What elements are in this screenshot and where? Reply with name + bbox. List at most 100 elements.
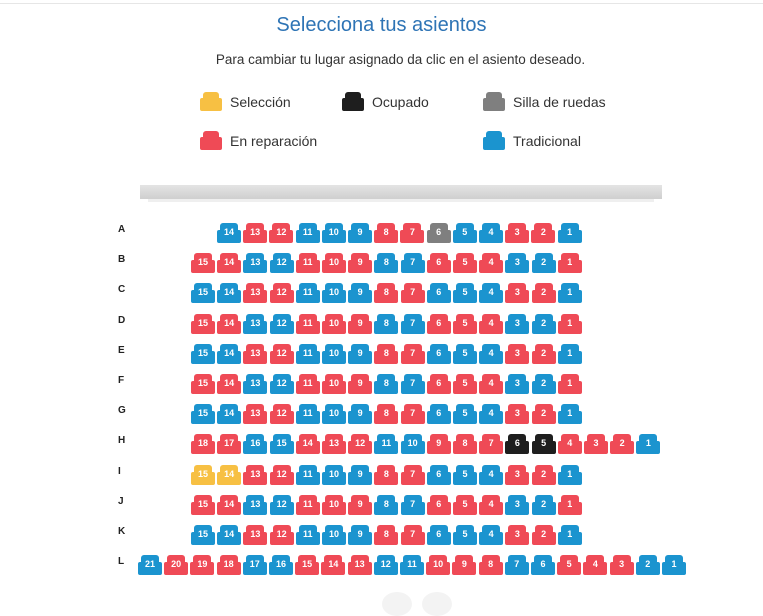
seat-E-5[interactable]: 5 <box>453 343 477 364</box>
seat-D-2[interactable]: 2 <box>531 313 556 334</box>
seat-I-14[interactable]: 14 <box>217 464 242 485</box>
seat-A-10[interactable]: 10 <box>321 223 346 243</box>
seat-L-1[interactable]: 1 <box>662 555 686 576</box>
seat-I-4[interactable]: 4 <box>479 464 504 485</box>
seat-C-15[interactable]: 15 <box>191 283 215 304</box>
seat-D-8[interactable]: 8 <box>374 313 399 334</box>
seat-K-6[interactable]: 6 <box>426 525 451 545</box>
seat-A-3: 3 <box>505 223 530 243</box>
seat-A-6[interactable]: 6 <box>426 223 451 243</box>
seat-C-9[interactable]: 9 <box>348 283 373 304</box>
seat-A-5[interactable]: 5 <box>452 223 477 243</box>
seat-number: 11 <box>302 227 313 237</box>
seat-L-2[interactable]: 2 <box>635 555 660 576</box>
seat-C-1[interactable]: 1 <box>557 283 582 304</box>
seat-B-2[interactable]: 2 <box>531 253 556 274</box>
seat-G-6[interactable]: 6 <box>426 404 451 425</box>
seat-number: 10 <box>328 227 339 237</box>
seat-F-3[interactable]: 3 <box>505 374 530 394</box>
seat-I-15[interactable]: 15 <box>191 464 215 485</box>
seat-J-13[interactable]: 13 <box>243 494 268 515</box>
seat-J-2[interactable]: 2 <box>531 494 556 515</box>
seat-B-7[interactable]: 7 <box>400 253 425 274</box>
seat-number: 4 <box>567 438 573 449</box>
seat-J-6: 6 <box>426 494 451 515</box>
seat-K-9[interactable]: 9 <box>348 525 373 545</box>
seat-G-9[interactable]: 9 <box>348 404 373 425</box>
seat-F-7[interactable]: 7 <box>400 374 425 394</box>
seat-C-6[interactable]: 6 <box>426 283 451 304</box>
seat-A-11[interactable]: 11 <box>295 223 320 243</box>
seat-A-9[interactable]: 9 <box>348 223 372 243</box>
seat-D-12[interactable]: 12 <box>269 313 294 334</box>
seat-E-14[interactable]: 14 <box>217 343 242 364</box>
seat-B-13[interactable]: 13 <box>243 253 268 274</box>
seat-E-4[interactable]: 4 <box>479 343 504 364</box>
seat-F-13[interactable]: 13 <box>243 374 268 394</box>
seat-L-17[interactable]: 17 <box>242 555 267 576</box>
seat-C-5[interactable]: 5 <box>453 283 477 304</box>
seat-number: 3 <box>514 378 520 388</box>
seat-H-11[interactable]: 11 <box>374 434 399 455</box>
seat-F-2[interactable]: 2 <box>531 374 556 394</box>
seat-L-12[interactable]: 12 <box>373 555 398 576</box>
seat-C-11[interactable]: 11 <box>295 283 320 304</box>
seat-A-14[interactable]: 14 <box>217 223 241 243</box>
seat-K-1[interactable]: 1 <box>557 525 582 545</box>
seat-I-10[interactable]: 10 <box>322 464 346 485</box>
seat-G-4[interactable]: 4 <box>479 404 504 425</box>
seat-K-14[interactable]: 14 <box>217 525 242 545</box>
seat-H-15[interactable]: 15 <box>269 434 294 455</box>
seat-C-4[interactable]: 4 <box>479 283 504 304</box>
seat-E-9[interactable]: 9 <box>348 343 373 364</box>
seat-K-15[interactable]: 15 <box>191 525 215 545</box>
seat-F-12[interactable]: 12 <box>269 374 294 394</box>
seat-number: 1 <box>567 317 573 328</box>
seat-K-5[interactable]: 5 <box>453 525 477 545</box>
seat-E-15[interactable]: 15 <box>191 343 215 364</box>
seat-G-1[interactable]: 1 <box>557 404 582 425</box>
seat-I-6[interactable]: 6 <box>426 464 451 485</box>
seat-K-11[interactable]: 11 <box>295 525 320 545</box>
seat-B-3[interactable]: 3 <box>505 253 530 274</box>
seat-B-12[interactable]: 12 <box>269 253 294 274</box>
seat-I-5[interactable]: 5 <box>453 464 477 485</box>
seat-J-7[interactable]: 7 <box>400 494 425 515</box>
seat-K-2: 2 <box>531 525 556 545</box>
seat-E-6[interactable]: 6 <box>426 343 451 364</box>
seat-K-10[interactable]: 10 <box>322 525 346 545</box>
seat-I-1[interactable]: 1 <box>557 464 582 485</box>
seat-K-4[interactable]: 4 <box>479 525 504 545</box>
seat-L-7[interactable]: 7 <box>504 555 529 576</box>
seat-D-7[interactable]: 7 <box>400 313 425 334</box>
seat-F-8[interactable]: 8 <box>374 374 399 394</box>
seat-D-3[interactable]: 3 <box>505 313 530 334</box>
seat-G-5[interactable]: 5 <box>453 404 477 425</box>
seat-E-8: 8 <box>374 343 399 364</box>
seat-J-3[interactable]: 3 <box>505 494 530 515</box>
seat-H-1[interactable]: 1 <box>636 434 661 455</box>
seat-G-14[interactable]: 14 <box>217 404 242 425</box>
seat-L-16[interactable]: 16 <box>269 555 293 576</box>
seat-D-13[interactable]: 13 <box>243 313 268 334</box>
seat-H-10[interactable]: 10 <box>400 434 425 455</box>
seat-E-10[interactable]: 10 <box>322 343 346 364</box>
seat-L-6[interactable]: 6 <box>531 555 555 576</box>
seat-C-14[interactable]: 14 <box>217 283 242 304</box>
seat-L-21[interactable]: 21 <box>138 555 162 576</box>
seat-C-10[interactable]: 10 <box>322 283 346 304</box>
seat-G-11[interactable]: 11 <box>295 404 320 425</box>
seat-L-11[interactable]: 11 <box>400 555 424 576</box>
seat-I-9[interactable]: 9 <box>348 464 373 485</box>
seat-G-10[interactable]: 10 <box>322 404 346 425</box>
seat-H-16[interactable]: 16 <box>243 434 268 455</box>
seat-J-12[interactable]: 12 <box>269 494 294 515</box>
seat-B-8[interactable]: 8 <box>374 253 399 274</box>
seat-E-1[interactable]: 1 <box>557 343 582 364</box>
seat-J-8[interactable]: 8 <box>374 494 399 515</box>
seat-I-11[interactable]: 11 <box>295 464 320 485</box>
seat-E-11[interactable]: 11 <box>295 343 320 364</box>
seat-A-1[interactable]: 1 <box>557 223 582 243</box>
seat-G-15[interactable]: 15 <box>191 404 215 425</box>
seat-A-4[interactable]: 4 <box>479 223 503 243</box>
